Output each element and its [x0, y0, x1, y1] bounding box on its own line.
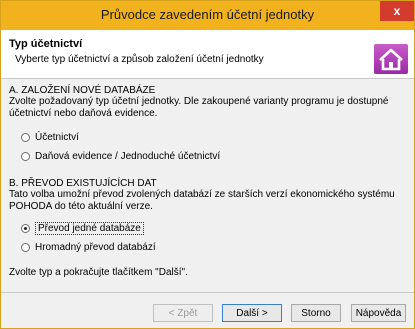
- help-button[interactable]: Nápověda: [351, 304, 406, 322]
- instruction-note: Zvolte typ a pokračujte tlačítkem "Další…: [9, 267, 188, 278]
- radio-label: Hromadný převod databází: [35, 241, 156, 253]
- radio-ucetnictvi[interactable]: Účetnictví: [21, 130, 79, 144]
- radio-prevod-jedne[interactable]: Převod jedné databáze: [21, 221, 144, 235]
- radio-circle[interactable]: [21, 242, 30, 252]
- radio-label: Účetnictví: [35, 131, 79, 143]
- step-subtitle: Vyberte typ účetnictví a způsob založení…: [15, 54, 264, 65]
- wizard-header: Typ účetnictví Vyberte typ účetnictví a …: [1, 30, 414, 79]
- radio-circle[interactable]: [21, 132, 30, 142]
- wizard-window: Průvodce zavedením účetní jednotky x Typ…: [0, 0, 415, 329]
- section-a-title: A. ZALOŽENÍ NOVÉ DATABÁZE: [9, 85, 156, 96]
- home-icon: [374, 44, 408, 74]
- radio-danova-evidence[interactable]: Daňová evidence / Jednoduché účetnictví: [21, 149, 220, 163]
- radio-circle[interactable]: [21, 151, 30, 161]
- section-a-desc-line1: Zvolte požadovaný typ účetní jednotky. D…: [9, 96, 389, 107]
- section-b-desc-line2: POHODA do této aktuální verze.: [9, 201, 153, 212]
- radio-label: Daňová evidence / Jednoduché účetnictví: [35, 150, 221, 162]
- section-b-desc-line1: Tato volba umožní převod zvolených datab…: [9, 189, 395, 200]
- wizard-content: A. ZALOŽENÍ NOVÉ DATABÁZE Zvolte požadov…: [1, 79, 414, 291]
- next-button[interactable]: Další >: [222, 304, 282, 322]
- close-button[interactable]: x: [380, 1, 414, 21]
- radio-circle-checked[interactable]: [21, 223, 30, 233]
- cancel-button[interactable]: Storno: [291, 304, 341, 322]
- footer-divider: [1, 292, 414, 293]
- step-title: Typ účetnictví: [9, 38, 83, 50]
- section-new-database: A. ZALOŽENÍ NOVÉ DATABÁZE Zvolte požadov…: [9, 85, 389, 120]
- title-bar: Průvodce zavedením účetní jednotky x: [1, 1, 414, 30]
- section-a-desc-line2: účetnictví nebo daňová evidence.: [9, 108, 158, 119]
- radio-hromadny-prevod[interactable]: Hromadný převod databází: [21, 240, 156, 254]
- section-b-title: B. PŘEVOD EXISTUJÍCÍCH DAT: [9, 178, 157, 189]
- window-title: Průvodce zavedením účetní jednotky: [100, 7, 315, 22]
- back-button[interactable]: < Zpět: [153, 304, 213, 322]
- close-icon: x: [393, 4, 401, 18]
- section-data-transfer: B. PŘEVOD EXISTUJÍCÍCH DAT Tato volba um…: [9, 178, 395, 213]
- radio-label: Převod jedné databáze: [35, 221, 144, 235]
